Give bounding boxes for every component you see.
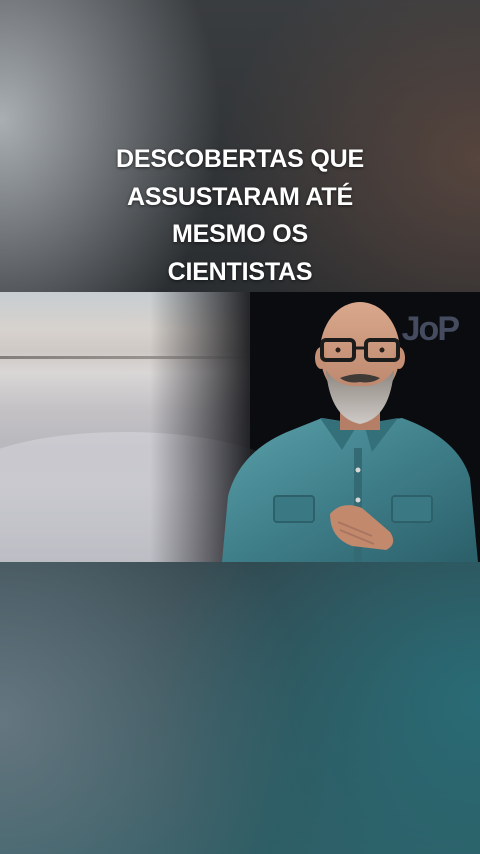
title-line: ASSUSTARAM ATÉ [127, 182, 353, 211]
title-line: MESMO OS [172, 220, 308, 248]
video-screen[interactable]: DESCOBERTAS QUE ASSUSTARAM ATÉ MESMO OS … [0, 0, 480, 854]
title-line: CIENTISTAS [167, 257, 313, 286]
presenter-image [222, 302, 478, 562]
overlay-title: DESCOBERTAS QUE ASSUSTARAM ATÉ MESMO OS … [40, 141, 440, 291]
title-line: DESCOBERTAS QUE [116, 145, 364, 173]
video-frame[interactable]: JoP [0, 292, 480, 562]
